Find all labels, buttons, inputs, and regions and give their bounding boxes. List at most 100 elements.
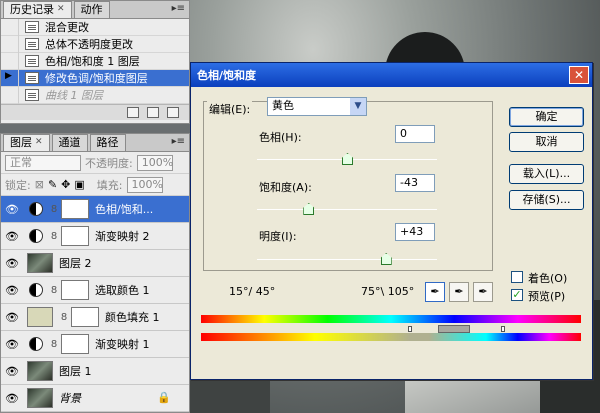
lightness-label: 明度(I): <box>259 230 297 243</box>
edit-label: 编辑(E): <box>207 101 253 117</box>
history-item-selected[interactable]: 修改色调/饱和度图层 <box>1 69 189 87</box>
cancel-button[interactable]: 取消 <box>509 132 584 152</box>
trash-icon[interactable] <box>167 107 179 118</box>
layer-name: 颜色填充 1 <box>105 311 160 324</box>
lock-fill-row: 锁定: ⊠ ✎ ✥ ▣ 填充: 100% <box>1 174 189 196</box>
eye-icon[interactable]: 👁 <box>1 203 23 216</box>
save-button[interactable]: 存储(S)... <box>509 190 584 210</box>
link-icon: 8 <box>50 338 58 350</box>
lock-all-icon[interactable]: ▣ <box>74 178 84 191</box>
layer-mask-thumbnail[interactable] <box>61 280 89 300</box>
tab-layers[interactable]: 图层 ✕ <box>3 134 50 151</box>
layer-row[interactable]: 👁 8 渐变映射 2 <box>1 223 189 250</box>
layer-name: 图层 2 <box>59 257 92 270</box>
eyedropper-plus-icon[interactable]: ✒ <box>449 282 469 302</box>
eye-icon[interactable]: 👁 <box>1 257 23 270</box>
tab-paths[interactable]: 路径 <box>89 134 126 151</box>
adjustment-layer-icon <box>29 337 43 351</box>
link-icon: 8 <box>50 203 58 215</box>
eyedropper-minus-icon[interactable]: ✒ <box>473 282 493 302</box>
history-item[interactable]: 混合更改 <box>1 18 189 36</box>
close-icon[interactable]: ✕ <box>57 3 65 16</box>
document-icon <box>25 89 39 101</box>
layer-row[interactable]: 👁 8 选取颜色 1 <box>1 277 189 304</box>
eye-icon[interactable]: 👁 <box>1 284 23 297</box>
layer-mask-thumbnail[interactable] <box>61 334 89 354</box>
adjustment-layer-icon <box>29 229 43 243</box>
layer-row[interactable]: 👁 图层 2 <box>1 250 189 277</box>
layer-mask-thumbnail[interactable] <box>61 199 89 219</box>
link-icon: 8 <box>50 230 58 242</box>
tab-history[interactable]: 历史记录 ✕ <box>3 1 72 18</box>
lock-transparency-icon[interactable]: ⊠ <box>35 178 44 191</box>
fill-field[interactable]: 100% <box>126 176 163 193</box>
lock-pixels-icon[interactable]: ✎ <box>48 178 57 191</box>
load-button[interactable]: 载入(L)... <box>509 164 584 184</box>
history-tabs: 历史记录 ✕ 动作 <box>1 1 189 19</box>
dialog-titlebar[interactable]: 色相/饱和度 ✕ <box>191 63 592 87</box>
snapshot-icon[interactable] <box>147 107 159 118</box>
layer-name: 背景 <box>59 392 81 405</box>
tab-actions[interactable]: 动作 <box>73 1 110 18</box>
layer-image-thumbnail <box>27 361 53 381</box>
saturation-input[interactable]: -43 <box>395 174 435 192</box>
edit-channel-select[interactable]: 黄色 ▼ <box>267 97 367 116</box>
history-item-dimmed[interactable]: 曲线 1 图层 <box>1 86 189 104</box>
hue-label: 色相(H): <box>259 131 302 144</box>
saturation-label: 饱和度(A): <box>259 181 312 194</box>
layer-name: 渐变映射 1 <box>95 338 150 351</box>
lock-icon: 🔒 <box>157 391 171 404</box>
saturation-slider-track[interactable] <box>257 209 437 210</box>
lightness-slider-track[interactable] <box>257 259 437 260</box>
history-state-marker-icon <box>1 69 19 87</box>
adjustment-group <box>203 101 493 271</box>
fill-label: 填充: <box>96 178 123 192</box>
blend-mode-select[interactable]: 正常 <box>5 154 81 171</box>
ok-button[interactable]: 确定 <box>509 107 584 127</box>
eye-icon[interactable]: 👁 <box>1 365 23 378</box>
close-icon[interactable]: ✕ <box>569 66 589 84</box>
range-slider-handle[interactable] <box>501 326 505 332</box>
range-slider-handle[interactable] <box>408 326 412 332</box>
blend-opacity-row: 正常 不透明度: 100% <box>1 152 189 174</box>
layer-mask-thumbnail[interactable] <box>61 226 89 246</box>
layer-row[interactable]: 👁 背景 🔒 <box>1 385 189 412</box>
eye-icon[interactable]: 👁 <box>1 392 23 405</box>
layer-row[interactable]: 👁 图层 1 <box>1 358 189 385</box>
layer-row[interactable]: 👁 8 颜色填充 1 <box>1 304 189 331</box>
colorize-checkbox[interactable] <box>511 271 523 283</box>
link-icon: 8 <box>60 311 68 323</box>
layer-row[interactable]: 👁 8 色相/饱和... <box>1 196 189 223</box>
document-icon <box>25 38 39 50</box>
eyedropper-icon[interactable]: ✒ <box>425 282 445 302</box>
history-item[interactable]: 总体不透明度更改 <box>1 35 189 53</box>
layer-mask-thumbnail[interactable] <box>71 307 99 327</box>
opacity-field[interactable]: 100% <box>136 154 173 171</box>
range-slider-track[interactable] <box>201 325 581 333</box>
layer-row[interactable]: 👁 8 渐变映射 1 <box>1 331 189 358</box>
layer-image-thumbnail <box>27 388 53 408</box>
preview-label: 预览(P) <box>528 290 566 303</box>
eye-icon[interactable]: 👁 <box>1 338 23 351</box>
opacity-label: 不透明度: <box>85 156 133 170</box>
history-item[interactable]: 色相/饱和度 1 图层 <box>1 52 189 70</box>
history-toolbar <box>1 104 189 120</box>
eye-icon[interactable]: 👁 <box>1 311 23 324</box>
lock-position-icon[interactable]: ✥ <box>61 178 70 191</box>
close-icon[interactable]: ✕ <box>35 136 43 149</box>
hue-input[interactable]: 0 <box>395 125 435 143</box>
layer-name: 色相/饱和... <box>95 203 154 216</box>
eye-icon[interactable]: 👁 <box>1 230 23 243</box>
layers-tabs: 图层 ✕ 通道 路径 <box>1 134 189 152</box>
adjustment-layer-icon <box>29 283 43 297</box>
lock-label: 锁定: <box>5 178 31 192</box>
preview-checkbox[interactable]: ✓ <box>511 289 523 301</box>
new-document-icon[interactable] <box>127 107 139 118</box>
tab-channels[interactable]: 通道 <box>51 134 88 151</box>
lightness-input[interactable]: +43 <box>395 223 435 241</box>
chevron-down-icon[interactable]: ▼ <box>350 98 366 115</box>
panel-menu-icon[interactable]: ▸≡ <box>172 3 185 14</box>
range-slider-core[interactable] <box>438 325 470 333</box>
adjustment-layer-icon <box>29 202 43 216</box>
panel-menu-icon[interactable]: ▸≡ <box>172 136 185 147</box>
